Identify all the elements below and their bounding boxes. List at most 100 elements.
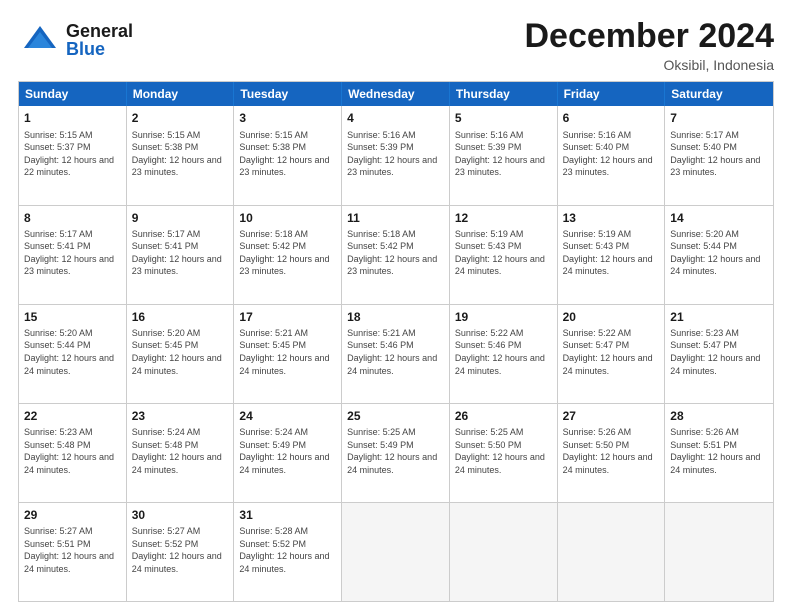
day-number: 27 — [563, 408, 660, 424]
header: General Blue December 2024 Oksibil, Indo… — [18, 18, 774, 73]
day-cell-28: 28Sunrise: 5:26 AMSunset: 5:51 PMDayligh… — [665, 404, 773, 502]
day-number: 8 — [24, 210, 121, 226]
cell-info: Sunrise: 5:20 AMSunset: 5:44 PMDaylight:… — [24, 327, 121, 377]
empty-cell — [665, 503, 773, 601]
cell-info: Sunrise: 5:18 AMSunset: 5:42 PMDaylight:… — [239, 228, 336, 278]
cell-info: Sunrise: 5:25 AMSunset: 5:49 PMDaylight:… — [347, 426, 444, 476]
day-number: 4 — [347, 110, 444, 126]
day-cell-31: 31Sunrise: 5:28 AMSunset: 5:52 PMDayligh… — [234, 503, 342, 601]
day-number: 25 — [347, 408, 444, 424]
day-number: 10 — [239, 210, 336, 226]
empty-cell — [342, 503, 450, 601]
header-day-friday: Friday — [558, 82, 666, 106]
day-number: 2 — [132, 110, 229, 126]
calendar-row-4: 22Sunrise: 5:23 AMSunset: 5:48 PMDayligh… — [19, 403, 773, 502]
day-cell-10: 10 Sunrise: 5:18 AMSunset: 5:42 PMDayligh… — [234, 206, 342, 304]
day-cell-20: 20 Sunrise: 5:22 AMSunset: 5:47 PMDayligh… — [558, 305, 666, 403]
cell-info: Sunrise: 5:21 AMSunset: 5:46 PMDaylight:… — [347, 327, 444, 377]
title-section: December 2024 Oksibil, Indonesia — [524, 18, 774, 73]
cell-info: Sunrise: 5:17 AMSunset: 5:41 PMDaylight:… — [24, 228, 121, 278]
day-cell-9: 9 Sunrise: 5:17 AMSunset: 5:41 PMDaylight… — [127, 206, 235, 304]
day-cell-30: 30Sunrise: 5:27 AMSunset: 5:52 PMDayligh… — [127, 503, 235, 601]
calendar: SundayMondayTuesdayWednesdayThursdayFrid… — [18, 81, 774, 602]
header-day-tuesday: Tuesday — [234, 82, 342, 106]
day-number: 14 — [670, 210, 768, 226]
day-cell-26: 26Sunrise: 5:25 AMSunset: 5:50 PMDayligh… — [450, 404, 558, 502]
cell-info: Sunrise: 5:22 AMSunset: 5:47 PMDaylight:… — [563, 327, 660, 377]
cell-info: Sunrise: 5:26 AMSunset: 5:50 PMDaylight:… — [563, 426, 660, 476]
header-day-saturday: Saturday — [665, 82, 773, 106]
cell-info: Sunrise: 5:16 AMSunset: 5:39 PMDaylight:… — [347, 129, 444, 179]
day-number: 26 — [455, 408, 552, 424]
day-cell-14: 14 Sunrise: 5:20 AMSunset: 5:44 PMDayligh… — [665, 206, 773, 304]
day-cell-22: 22Sunrise: 5:23 AMSunset: 5:48 PMDayligh… — [19, 404, 127, 502]
day-cell-4: 4 Sunrise: 5:16 AMSunset: 5:39 PMDaylight… — [342, 106, 450, 204]
header-day-monday: Monday — [127, 82, 235, 106]
day-cell-21: 21 Sunrise: 5:23 AMSunset: 5:47 PMDayligh… — [665, 305, 773, 403]
header-day-thursday: Thursday — [450, 82, 558, 106]
day-cell-8: 8 Sunrise: 5:17 AMSunset: 5:41 PMDaylight… — [19, 206, 127, 304]
day-cell-17: 17 Sunrise: 5:21 AMSunset: 5:45 PMDayligh… — [234, 305, 342, 403]
cell-info: Sunrise: 5:18 AMSunset: 5:42 PMDaylight:… — [347, 228, 444, 278]
day-cell-25: 25 Sunrise: 5:25 AMSunset: 5:49 PMDayligh… — [342, 404, 450, 502]
day-number: 5 — [455, 110, 552, 126]
day-cell-19: 19 Sunrise: 5:22 AMSunset: 5:46 PMDayligh… — [450, 305, 558, 403]
header-day-wednesday: Wednesday — [342, 82, 450, 106]
day-number: 16 — [132, 309, 229, 325]
month-title: December 2024 — [524, 18, 774, 55]
day-cell-27: 27 Sunrise: 5:26 AMSunset: 5:50 PMDayligh… — [558, 404, 666, 502]
day-number: 18 — [347, 309, 444, 325]
empty-cell — [450, 503, 558, 601]
day-number: 11 — [347, 210, 444, 226]
day-cell-16: 16 Sunrise: 5:20 AMSunset: 5:45 PMDayligh… — [127, 305, 235, 403]
day-cell-3: 3 Sunrise: 5:15 AMSunset: 5:38 PMDaylight… — [234, 106, 342, 204]
day-number: 29 — [24, 507, 121, 523]
cell-info: Sunrise: 5:20 AMSunset: 5:45 PMDaylight:… — [132, 327, 229, 377]
cell-info: Sunrise: 5:24 AMSunset: 5:49 PMDaylight:… — [239, 426, 336, 476]
logo-name: General Blue — [66, 22, 133, 58]
day-cell-24: 24Sunrise: 5:24 AMSunset: 5:49 PMDayligh… — [234, 404, 342, 502]
cell-info: Sunrise: 5:15 AMSunset: 5:38 PMDaylight:… — [239, 129, 336, 179]
cell-info: Sunrise: 5:26 AMSunset: 5:51 PMDaylight:… — [670, 426, 768, 476]
cell-info: Sunrise: 5:24 AMSunset: 5:48 PMDaylight:… — [132, 426, 229, 476]
cell-info: Sunrise: 5:20 AMSunset: 5:44 PMDaylight:… — [670, 228, 768, 278]
day-cell-18: 18 Sunrise: 5:21 AMSunset: 5:46 PMDayligh… — [342, 305, 450, 403]
cell-info: Sunrise: 5:27 AMSunset: 5:51 PMDaylight:… — [24, 525, 121, 575]
day-number: 19 — [455, 309, 552, 325]
cell-info: Sunrise: 5:22 AMSunset: 5:46 PMDaylight:… — [455, 327, 552, 377]
cell-info: Sunrise: 5:27 AMSunset: 5:52 PMDaylight:… — [132, 525, 229, 575]
cell-info: Sunrise: 5:21 AMSunset: 5:45 PMDaylight:… — [239, 327, 336, 377]
day-cell-7: 7Sunrise: 5:17 AMSunset: 5:40 PMDaylight… — [665, 106, 773, 204]
cell-info: Sunrise: 5:15 AMSunset: 5:37 PMDaylight:… — [24, 129, 121, 179]
calendar-header: SundayMondayTuesdayWednesdayThursdayFrid… — [19, 82, 773, 106]
day-number: 13 — [563, 210, 660, 226]
day-cell-2: 2 Sunrise: 5:15 AMSunset: 5:38 PMDaylight… — [127, 106, 235, 204]
page: General Blue December 2024 Oksibil, Indo… — [0, 0, 792, 612]
day-number: 20 — [563, 309, 660, 325]
day-number: 15 — [24, 309, 121, 325]
cell-info: Sunrise: 5:17 AMSunset: 5:41 PMDaylight:… — [132, 228, 229, 278]
cell-info: Sunrise: 5:23 AMSunset: 5:47 PMDaylight:… — [670, 327, 768, 377]
day-number: 31 — [239, 507, 336, 523]
cell-info: Sunrise: 5:16 AMSunset: 5:40 PMDaylight:… — [563, 129, 660, 179]
calendar-row-5: 29 Sunrise: 5:27 AMSunset: 5:51 PMDayligh… — [19, 502, 773, 601]
day-number: 21 — [670, 309, 768, 325]
calendar-body: 1Sunrise: 5:15 AMSunset: 5:37 PMDaylight… — [19, 106, 773, 601]
day-cell-5: 5Sunrise: 5:16 AMSunset: 5:39 PMDaylight… — [450, 106, 558, 204]
day-cell-15: 15 Sunrise: 5:20 AMSunset: 5:44 PMDayligh… — [19, 305, 127, 403]
day-number: 23 — [132, 408, 229, 424]
cell-info: Sunrise: 5:15 AMSunset: 5:38 PMDaylight:… — [132, 129, 229, 179]
day-number: 6 — [563, 110, 660, 126]
day-number: 3 — [239, 110, 336, 126]
logo-icon — [18, 18, 62, 62]
day-cell-23: 23 Sunrise: 5:24 AMSunset: 5:48 PMDayligh… — [127, 404, 235, 502]
empty-cell — [558, 503, 666, 601]
day-number: 9 — [132, 210, 229, 226]
location: Oksibil, Indonesia — [524, 57, 774, 73]
day-number: 17 — [239, 309, 336, 325]
day-cell-29: 29 Sunrise: 5:27 AMSunset: 5:51 PMDayligh… — [19, 503, 127, 601]
cell-info: Sunrise: 5:17 AMSunset: 5:40 PMDaylight:… — [670, 129, 768, 179]
day-cell-13: 13 Sunrise: 5:19 AMSunset: 5:43 PMDayligh… — [558, 206, 666, 304]
calendar-row-2: 8 Sunrise: 5:17 AMSunset: 5:41 PMDaylight… — [19, 205, 773, 304]
cell-info: Sunrise: 5:19 AMSunset: 5:43 PMDaylight:… — [563, 228, 660, 278]
